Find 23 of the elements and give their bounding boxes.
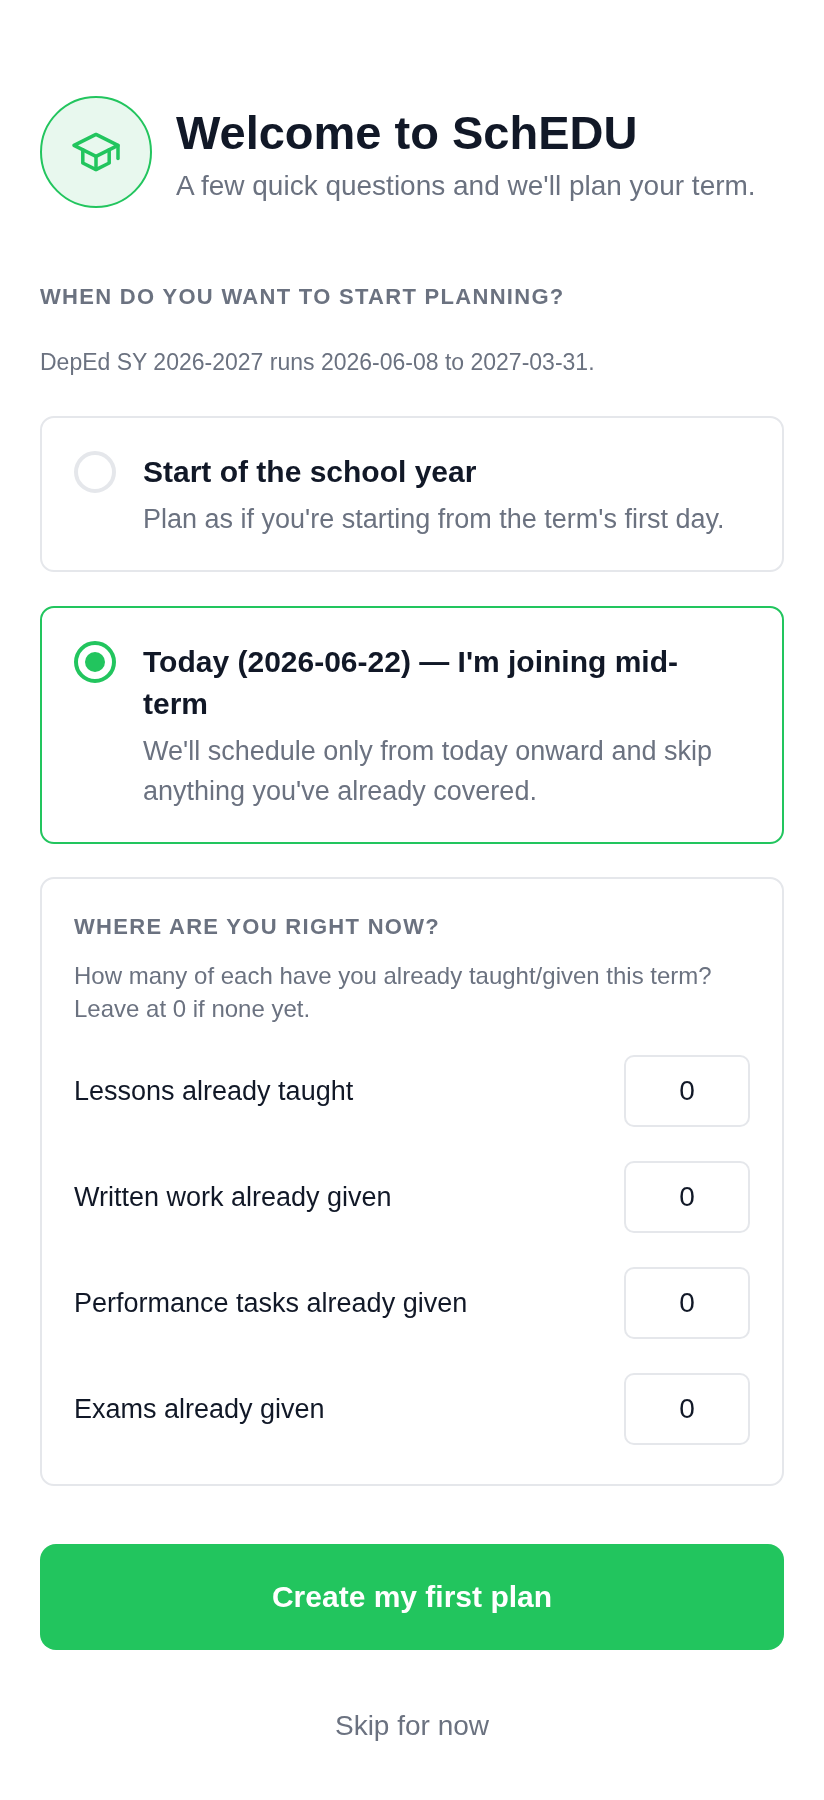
- skip-link[interactable]: Skip for now: [334, 1706, 490, 1746]
- graduation-cap-icon: [40, 96, 152, 208]
- option-description: We'll schedule only from today onward and skip anything you've already covered.: [143, 735, 713, 808]
- option-card[interactable]: Start of the school year Plan as if you're starting from the term's first day.: [40, 416, 784, 572]
- radio-button[interactable]: [74, 641, 116, 683]
- count-input[interactable]: 0: [624, 1161, 750, 1233]
- hint-text: How many of each have you already taught/given this term? Leave at 0 if none yet.: [74, 961, 713, 1024]
- section-heading: WHERE ARE YOU RIGHT NOW?: [74, 913, 442, 941]
- count-label: Lessons already taught: [74, 1075, 354, 1108]
- option-description: Plan as if you're starting from the term's first day.: [143, 503, 726, 536]
- option-title: Today (2026-06-22) — I'm joining mid-term: [143, 644, 679, 722]
- date-range-note: DepEd SY 2026-2027 runs 2026-06-08 to 2027-03-31.: [40, 348, 596, 377]
- option-card[interactable]: Today (2026-06-22) — I'm joining mid-term We'll schedule only from today onward and skip anything you've already covered.: [40, 606, 784, 844]
- count-label: Written work already given: [74, 1181, 392, 1214]
- section-heading: WHEN DO YOU WANT TO START PLANNING?: [40, 283, 566, 311]
- page-subtitle: A few quick questions and we'll plan your term.: [176, 169, 756, 203]
- count-label: Performance tasks already given: [74, 1287, 468, 1320]
- page-title: Welcome to SchEDU: [176, 105, 639, 161]
- count-input[interactable]: 0: [624, 1373, 750, 1445]
- count-input[interactable]: 0: [624, 1055, 750, 1127]
- count-label: Exams already given: [74, 1393, 325, 1426]
- count-input[interactable]: 0: [624, 1267, 750, 1339]
- option-title: Start of the school year: [143, 454, 478, 490]
